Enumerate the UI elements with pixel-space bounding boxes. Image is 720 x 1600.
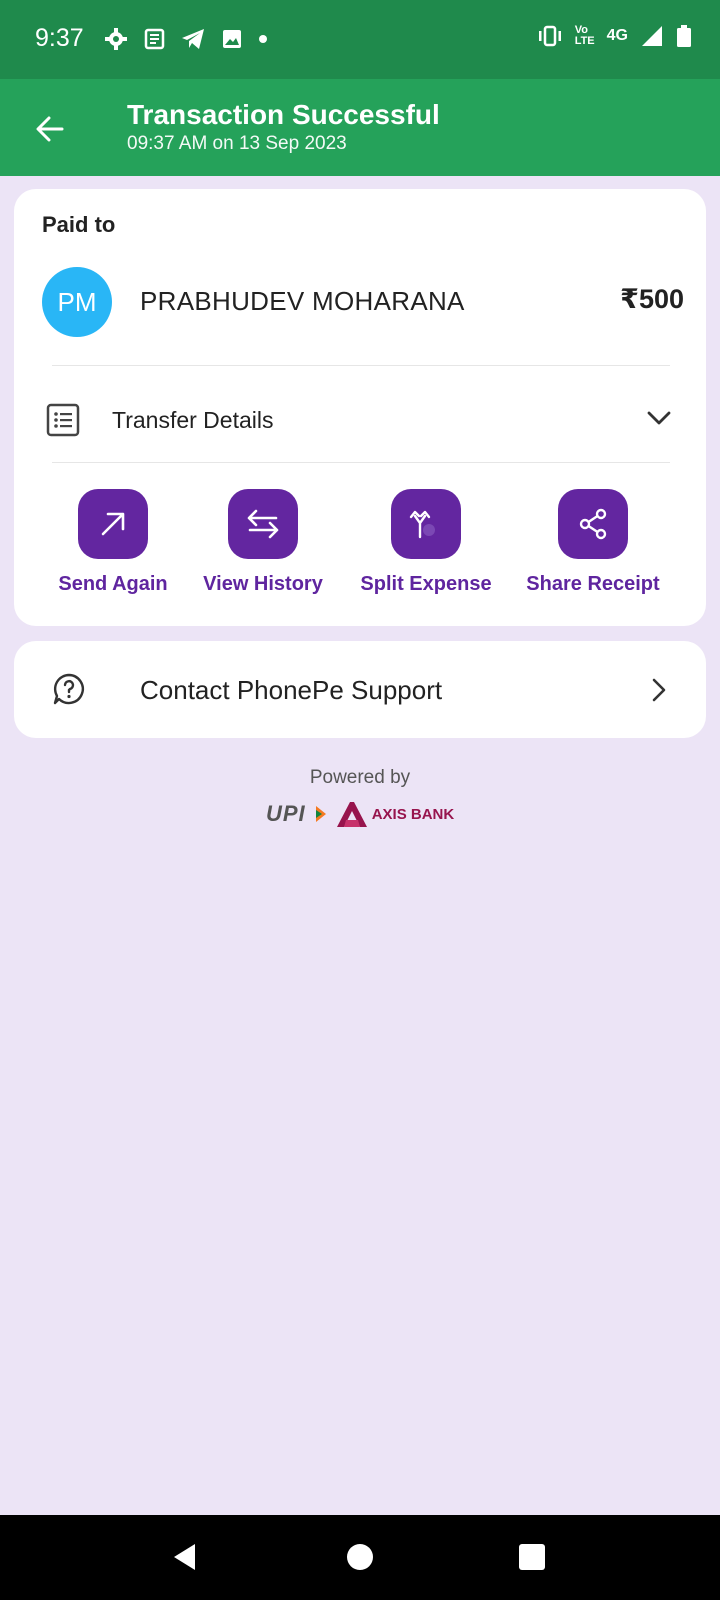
- send-again-icon-button[interactable]: [78, 489, 148, 559]
- view-history-icon-button[interactable]: [228, 489, 298, 559]
- transfer-details-toggle[interactable]: Transfer Details: [14, 369, 706, 469]
- signal-icon: [642, 26, 662, 46]
- transaction-timestamp: 09:37 AM on 13 Sep 2023: [127, 133, 347, 154]
- telegram-icon: [182, 29, 204, 49]
- divider: [52, 462, 670, 463]
- status-bar: 9:37 Vo LTE 4G: [0, 0, 720, 79]
- swap-arrows-icon: [247, 509, 279, 539]
- avatar-initials: PM: [57, 286, 97, 317]
- help-chat-icon: [53, 673, 84, 705]
- dot-icon: [259, 35, 267, 43]
- share-receipt-button[interactable]: Share Receipt: [518, 489, 668, 596]
- view-history-label: View History: [203, 573, 323, 595]
- share-icon: [579, 508, 607, 540]
- status-time: 9:37: [35, 24, 84, 52]
- system-indicators: Vo LTE 4G: [537, 24, 692, 48]
- split-expense-label: Split Expense: [360, 573, 492, 595]
- split-arrows-icon: [409, 510, 435, 539]
- notification-icons: [104, 27, 268, 51]
- contact-support-label: Contact PhonePe Support: [140, 675, 443, 705]
- divider: [52, 365, 670, 366]
- powered-by-label: Powered by: [309, 767, 411, 788]
- axis-bank-name: AXIS BANK: [371, 805, 455, 823]
- news-icon: [144, 28, 165, 50]
- payee-name: PRABHUDEV MOHARANA: [140, 286, 465, 316]
- battery-icon: [677, 25, 691, 47]
- send-again-button[interactable]: Send Again: [38, 489, 188, 596]
- upi-arrow-icon: [315, 806, 326, 822]
- transaction-card: Paid to PM PRABHUDEV MOHARANA ₹500 Trans…: [14, 189, 706, 626]
- network-type: 4G: [606, 27, 628, 44]
- share-receipt-icon-button[interactable]: [558, 489, 628, 559]
- chevron-right-icon: [652, 678, 666, 702]
- back-button[interactable]: [30, 109, 70, 149]
- gallery-icon: [223, 30, 241, 48]
- arrow-left-icon: [36, 116, 64, 142]
- contact-support-button[interactable]: Contact PhonePe Support: [14, 641, 706, 738]
- nav-home-button[interactable]: [340, 1537, 380, 1577]
- settings-icon: [105, 28, 127, 50]
- nav-recents-button[interactable]: [512, 1537, 552, 1577]
- vibrate-icon: [538, 25, 561, 47]
- volte-indicator: Vo LTE: [575, 25, 595, 47]
- chevron-down-icon: [647, 411, 671, 425]
- app-bar: Transaction Successful 09:37 AM on 13 Se…: [0, 79, 720, 176]
- share-receipt-label: Share Receipt: [526, 573, 660, 595]
- arrow-up-right-icon: [101, 512, 125, 536]
- system-nav-bar: [0, 1515, 720, 1600]
- avatar: PM: [42, 267, 112, 337]
- partner-logos: UPI AXIS BANK: [266, 800, 454, 828]
- nav-back-button[interactable]: [165, 1537, 205, 1577]
- paid-to-label: Paid to: [42, 212, 116, 237]
- split-expense-icon-button[interactable]: [391, 489, 461, 559]
- transfer-details-label: Transfer Details: [112, 407, 274, 433]
- volte-bottom-text: LTE: [574, 35, 595, 47]
- amount: ₹500: [620, 284, 684, 314]
- list-icon: [46, 403, 80, 437]
- send-again-label: Send Again: [58, 573, 168, 595]
- view-history-button[interactable]: View History: [188, 489, 338, 596]
- nav-recents-icon: [519, 1544, 545, 1570]
- page-title: Transaction Successful: [127, 99, 440, 130]
- quick-actions: Send Again View History Split Expense Sh…: [14, 489, 706, 609]
- nav-back-icon: [174, 1544, 195, 1570]
- nav-home-icon: [347, 1544, 373, 1570]
- split-expense-button[interactable]: Split Expense: [351, 489, 501, 596]
- axis-bank-logo: AXIS BANK: [336, 800, 455, 828]
- axis-bank-mark-icon: [336, 802, 367, 827]
- upi-logo: UPI: [266, 801, 306, 826]
